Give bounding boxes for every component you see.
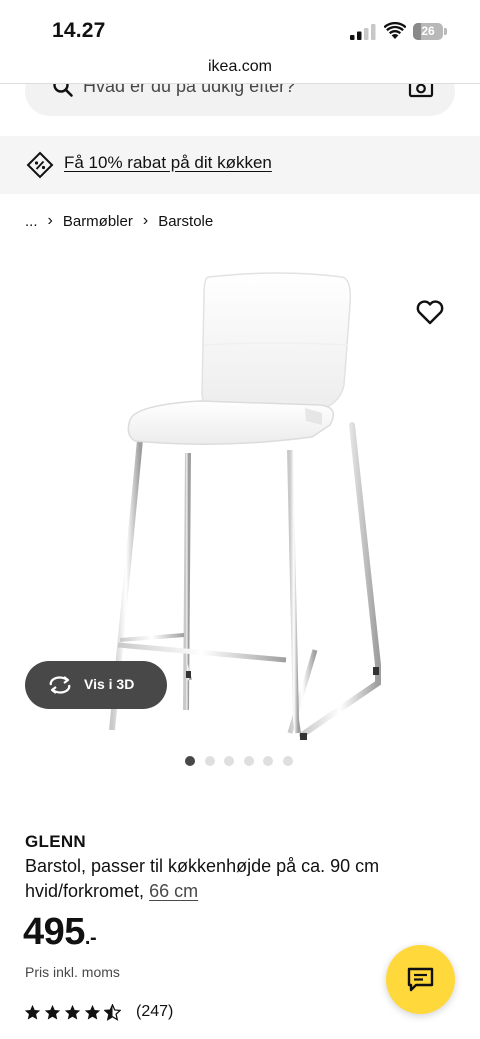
star-full-icon: [84, 1004, 101, 1020]
promo-link[interactable]: Få 10% rabat på dit køkken: [64, 153, 272, 173]
product-price: 495.-: [23, 911, 97, 954]
chat-icon: [407, 967, 434, 992]
rotate-3d-icon: [49, 676, 71, 694]
product-variant: hvid/forkromet, 66 cm: [25, 881, 198, 902]
breadcrumb-item-barmobler[interactable]: Barmøbler: [63, 213, 133, 230]
gallery-pagination: [185, 756, 302, 766]
product-variant-color: hvid/forkromet,: [25, 881, 145, 901]
product-description: Barstol, passer til køkkenhøjde på ca. 9…: [25, 856, 380, 876]
wifi-icon: [384, 22, 406, 39]
battery-level: 26: [421, 24, 435, 38]
star-full-icon: [64, 1004, 81, 1020]
url-text: ikea.com: [207, 58, 273, 75]
pagination-dot[interactable]: [204, 756, 215, 766]
price-note: Pris inkl. moms: [25, 964, 120, 980]
cellular-signal-icon: [350, 24, 376, 40]
star-full-icon: [44, 1004, 61, 1020]
heart-icon[interactable]: [414, 296, 446, 328]
pagination-dot[interactable]: [224, 756, 234, 766]
rating-count[interactable]: (247): [136, 1003, 173, 1021]
star-full-icon: [24, 1004, 41, 1020]
pagination-dot[interactable]: [263, 756, 273, 766]
pagination-dot-active[interactable]: [185, 756, 195, 766]
breadcrumb-item-barstole[interactable]: Barstole: [158, 213, 213, 230]
product-name: GLENN: [25, 832, 86, 851]
status-time: 14.27: [52, 19, 106, 42]
view-in-3d-button[interactable]: Vis i 3D: [25, 661, 167, 709]
promo-banner[interactable]: Få 10% rabat på dit køkken: [0, 136, 480, 194]
chat-button[interactable]: [386, 945, 455, 1014]
breadcrumb: ... › Barmøbler › Barstole: [25, 212, 213, 230]
pagination-dot[interactable]: [243, 756, 254, 766]
chevron-right-icon: ›: [142, 212, 149, 229]
status-bar: 14.27 26: [0, 0, 480, 54]
star-half-icon: [104, 1003, 121, 1021]
chevron-right-icon: ›: [47, 212, 53, 229]
price-value: 495: [23, 911, 85, 953]
browser-url-bar[interactable]: ikea.com: [0, 54, 480, 84]
view-in-3d-label: Vis i 3D: [84, 676, 135, 692]
discount-tag-icon: [26, 151, 54, 179]
product-size-link[interactable]: 66 cm: [149, 881, 198, 901]
product-rating[interactable]: (247): [24, 1003, 173, 1021]
breadcrumb-ellipsis[interactable]: ...: [25, 213, 38, 230]
pagination-dot[interactable]: [282, 756, 293, 766]
price-suffix: .-: [84, 927, 97, 949]
battery-icon: 26: [413, 23, 447, 40]
